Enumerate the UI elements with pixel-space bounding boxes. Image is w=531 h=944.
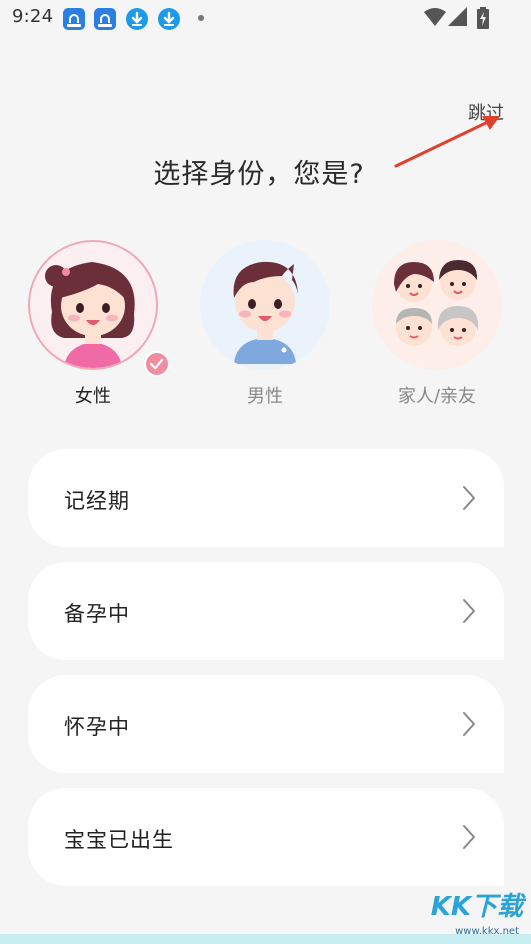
chevron-right-icon [463,599,475,623]
chevron-right-icon [463,486,475,510]
app-notification-icon [94,8,116,30]
download-icon [126,8,148,30]
identity-option-family[interactable]: 家人/亲友 [372,240,502,410]
identity-label-family: 家人/亲友 [397,386,477,407]
identity-label-male: 男性 [247,386,283,407]
status-time: 9:24 [12,6,54,27]
battery-icon [477,7,489,29]
option-card-pregnant[interactable]: 怀孕中 [28,675,504,773]
signal-icon [448,7,467,26]
option-label: 备孕中 [64,602,130,626]
selected-check-icon [144,351,170,377]
option-card-period[interactable]: 记经期 [28,449,504,547]
family-avatar-icon [372,240,502,370]
status-bar: 9:24 [0,0,531,36]
option-label: 记经期 [64,489,130,513]
watermark-brand: KK下载 [430,892,523,922]
male-avatar-icon [200,240,330,370]
wifi-icon [424,8,446,26]
bottom-strip [0,934,531,944]
app-notification-icon [63,8,85,30]
female-avatar-icon [28,240,158,370]
identity-label-female: 女性 [75,386,111,407]
identity-option-male[interactable]: 男性 [200,240,330,410]
identity-option-female[interactable]: 女性 [28,240,158,410]
option-card-baby-born[interactable]: 宝宝已出生 [28,788,504,886]
watermark-url: www.kkx.net [455,926,519,937]
option-label: 怀孕中 [64,715,130,739]
option-label: 宝宝已出生 [64,828,174,852]
download-icon [158,8,180,30]
chevron-right-icon [463,825,475,849]
option-card-trying-to-conceive[interactable]: 备孕中 [28,562,504,660]
chevron-right-icon [463,712,475,736]
more-notifications-dot-icon [198,15,204,21]
page-title: 选择身份，您是? [153,159,365,190]
